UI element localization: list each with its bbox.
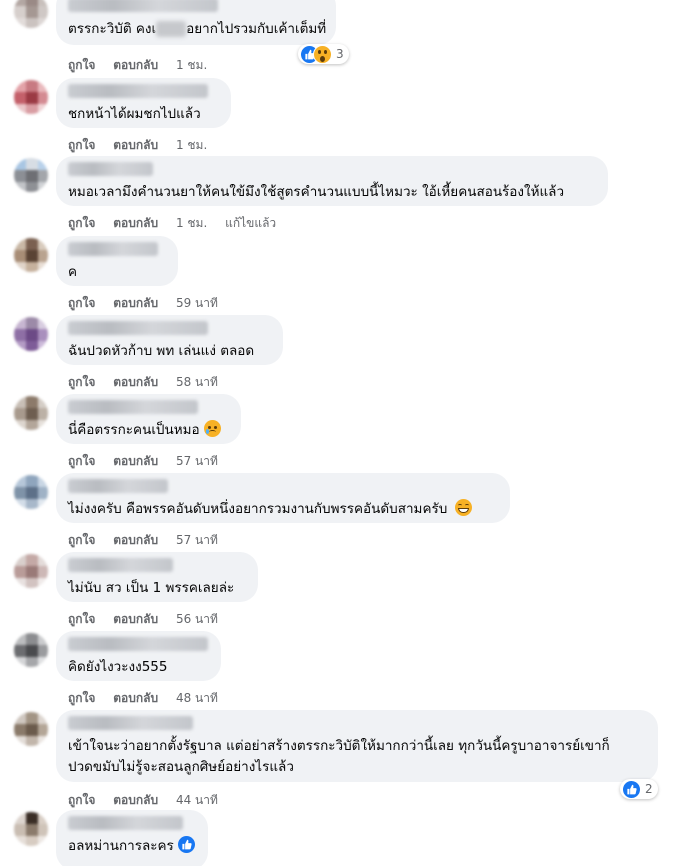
- author-name-redacted[interactable]: [68, 816, 183, 830]
- redacted-text: [156, 21, 187, 37]
- comment-bubble: อลหม่านการละคร: [56, 810, 208, 866]
- author-name-redacted[interactable]: [68, 637, 208, 651]
- timestamp[interactable]: 1 ชม.: [176, 216, 207, 230]
- like-button[interactable]: ถูกใจ: [68, 691, 95, 705]
- author-name-redacted[interactable]: [68, 716, 193, 730]
- avatar[interactable]: [14, 317, 48, 351]
- avatar[interactable]: [14, 712, 48, 746]
- avatar[interactable]: [14, 80, 48, 114]
- timestamp[interactable]: 1 ชม.: [176, 58, 207, 72]
- avatar[interactable]: [14, 396, 48, 430]
- like-button[interactable]: ถูกใจ: [68, 296, 95, 310]
- timestamp[interactable]: 56 นาที: [176, 612, 218, 626]
- reply-button[interactable]: ตอบกลับ: [113, 216, 158, 230]
- avatar[interactable]: [14, 475, 48, 509]
- like-button[interactable]: ถูกใจ: [68, 533, 95, 547]
- author-name-redacted[interactable]: [68, 558, 173, 572]
- comment-text: ค: [68, 264, 78, 280]
- reply-button[interactable]: ตอบกลับ: [113, 296, 158, 310]
- comment-thread: ตรรกะวิบัติ คงเ อยากไปรวมกับเค้าเต็มที่ 3…: [0, 0, 700, 866]
- reply-button[interactable]: ตอบกลับ: [113, 375, 158, 389]
- like-icon: [622, 779, 641, 799]
- comment-bubble: ชกหน้าได้ผมชกไปแล้ว: [56, 78, 231, 128]
- timestamp[interactable]: 1 ชม.: [176, 138, 207, 152]
- comment-text: ฉันปวดหัวก้าบ พท เล่นแง่ ตลอด: [68, 343, 255, 359]
- like-button[interactable]: ถูกใจ: [68, 612, 95, 626]
- like-button[interactable]: ถูกใจ: [68, 454, 95, 468]
- comment-actions: ถูกใจ ตอบกลับ 57 นาที: [68, 452, 218, 471]
- comment-bubble: นี่คือตรรกะคนเป็นหมอ: [56, 394, 241, 444]
- reply-button[interactable]: ตอบกลับ: [113, 138, 158, 152]
- comment-actions: ถูกใจ ตอบกลับ 1 ชม.: [68, 56, 207, 75]
- comment-text: หมอเวลามึงคำนวนยาให้คนใข้มึงใช้สูตรคำนวน…: [68, 184, 565, 200]
- author-name-redacted[interactable]: [68, 400, 198, 414]
- timestamp[interactable]: 59 นาที: [176, 296, 218, 310]
- reply-button[interactable]: ตอบกลับ: [113, 58, 158, 72]
- timestamp[interactable]: 58 นาที: [176, 375, 218, 389]
- like-button[interactable]: ถูกใจ: [68, 216, 95, 230]
- comment-actions: ถูกใจ ตอบกลับ 48 นาที: [68, 689, 218, 708]
- comment-bubble: ไม่งงครับ คือพรรคอันดับหนึ่งอยากรวมงานกั…: [56, 473, 510, 523]
- reply-button[interactable]: ตอบกลับ: [113, 612, 158, 626]
- reply-button[interactable]: ตอบกลับ: [113, 691, 158, 705]
- avatar[interactable]: [14, 0, 48, 28]
- comment-text-line-2: ปวดขมับไม่รู้จะสอนลูกศิษย์อย่างไรแล้ว: [68, 759, 294, 775]
- avatar[interactable]: [14, 238, 48, 272]
- comment-actions: ถูกใจ ตอบกลับ 57 นาที: [68, 531, 218, 550]
- avatar[interactable]: [14, 633, 48, 667]
- comment-bubble: ฉันปวดหัวก้าบ พท เล่นแง่ ตลอด: [56, 315, 283, 365]
- comment-bubble: ตรรกะวิบัติ คงเ อยากไปรวมกับเค้าเต็มที่: [56, 0, 336, 45]
- sad-tear-emoji: [203, 420, 221, 437]
- comment-text: ตรรกะวิบัติ คงเ อยากไปรวมกับเค้าเต็มที่: [68, 21, 327, 37]
- comment-bubble: คิดยังไงวะงง555: [56, 631, 221, 681]
- like-button[interactable]: ถูกใจ: [68, 138, 95, 152]
- comment-text: คิดยังไงวะงง555: [68, 659, 168, 675]
- comment-bubble: ไม่นับ สว เป็น 1 พรรคเลยล่ะ: [56, 552, 258, 602]
- reply-button[interactable]: ตอบกลับ: [113, 454, 158, 468]
- avatar[interactable]: [14, 158, 48, 192]
- comment-text: ไม่งงครับ คือพรรคอันดับหนึ่งอยากรวมงานกั…: [68, 499, 498, 520]
- comment-actions: ถูกใจ ตอบกลับ 58 นาที: [68, 373, 218, 392]
- avatar[interactable]: [14, 812, 48, 846]
- author-name-redacted[interactable]: [68, 84, 208, 98]
- wow-icon: [313, 44, 332, 64]
- reaction-summary[interactable]: 2: [620, 779, 658, 799]
- like-button[interactable]: ถูกใจ: [68, 375, 95, 389]
- author-name-redacted[interactable]: [68, 162, 153, 176]
- avatar[interactable]: [14, 554, 48, 588]
- grin-sweat-emoji: [455, 499, 473, 516]
- reaction-count: 2: [645, 782, 653, 796]
- comment-text: นี่คือตรรกะคนเป็นหมอ: [68, 420, 229, 441]
- like-button[interactable]: ถูกใจ: [68, 58, 95, 72]
- comment-bubble: เข้าใจนะว่าอยากตั้งรัฐบาล แต่อย่าสร้างตร…: [56, 710, 658, 782]
- timestamp[interactable]: 57 นาที: [176, 533, 218, 547]
- timestamp[interactable]: 57 นาที: [176, 454, 218, 468]
- author-name-redacted[interactable]: [68, 479, 168, 493]
- author-name-redacted[interactable]: [68, 242, 158, 256]
- edited-label[interactable]: แก้ไขแล้ว: [225, 216, 276, 230]
- comment-text: ไม่นับ สว เป็น 1 พรรคเลยล่ะ: [68, 580, 235, 596]
- comment-actions: ถูกใจ ตอบกลับ 1 ชม.: [68, 136, 207, 155]
- comment-text-line-1: เข้าใจนะว่าอยากตั้งรัฐบาล แต่อย่าสร้างตร…: [68, 738, 610, 754]
- reply-button[interactable]: ตอบกลับ: [113, 533, 158, 547]
- timestamp[interactable]: 44 นาที: [176, 793, 218, 807]
- reply-button[interactable]: ตอบกลับ: [113, 793, 158, 807]
- comment-actions: ถูกใจ ตอบกลับ 56 นาที: [68, 610, 218, 629]
- comment-bubble: หมอเวลามึงคำนวนยาให้คนใข้มึงใช้สูตรคำนวน…: [56, 156, 608, 206]
- comment-text: อลหม่านการละคร: [68, 836, 196, 857]
- comment-actions: ถูกใจ ตอบกลับ 44 นาที: [68, 791, 218, 810]
- timestamp[interactable]: 48 นาที: [176, 691, 218, 705]
- comment-text: ชกหน้าได้ผมชกไปแล้ว: [68, 106, 201, 122]
- author-name-redacted[interactable]: [68, 0, 218, 12]
- comment-actions: ถูกใจ ตอบกลับ 59 นาที: [68, 294, 218, 313]
- like-button[interactable]: ถูกใจ: [68, 793, 95, 807]
- author-name-redacted[interactable]: [68, 321, 208, 335]
- comment-actions: ถูกใจ ตอบกลับ 1 ชม. แก้ไขแล้ว: [68, 214, 276, 233]
- like-emoji: [177, 836, 195, 853]
- reaction-count: 3: [336, 47, 344, 61]
- reaction-summary[interactable]: 3: [298, 44, 349, 64]
- comment-bubble: ค: [56, 236, 178, 286]
